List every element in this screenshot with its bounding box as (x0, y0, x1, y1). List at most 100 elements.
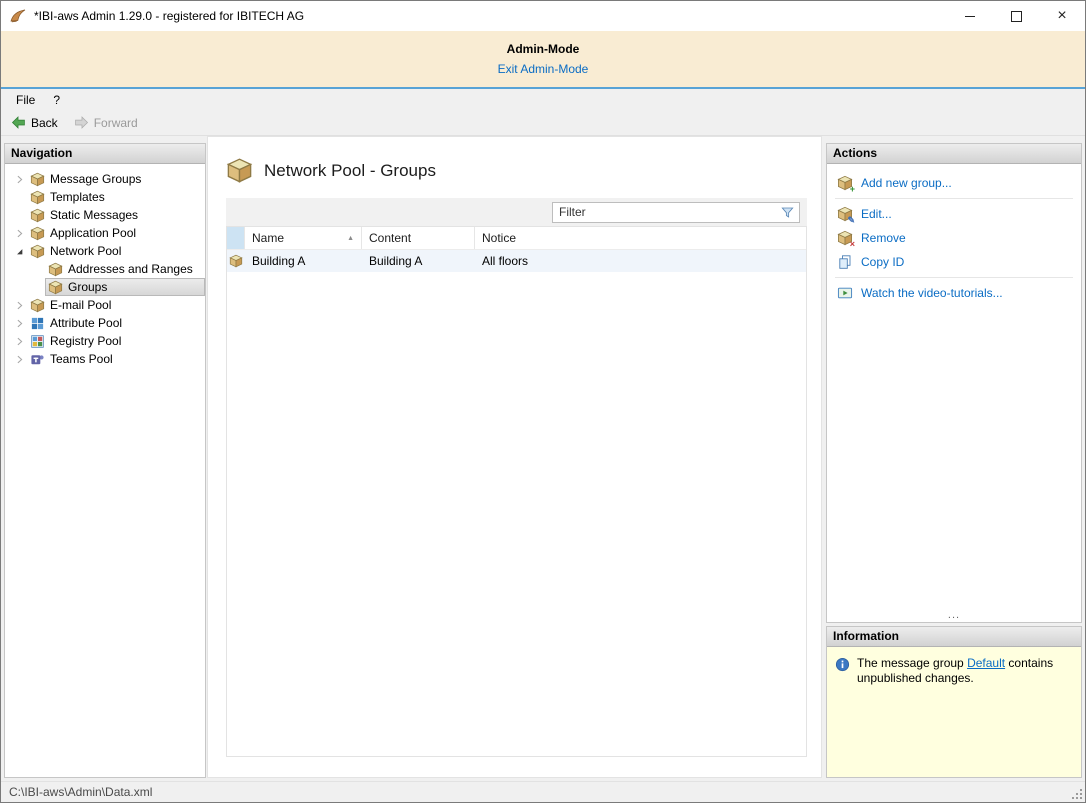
expander-none (29, 279, 45, 295)
page-title-row: Network Pool - Groups (226, 157, 436, 184)
pool-box-icon (30, 172, 45, 187)
close-icon: × (1057, 7, 1067, 24)
window-title: *IBI-aws Admin 1.29.0 - registered for I… (34, 9, 305, 23)
row-group-icon (227, 254, 245, 268)
filter-strip (226, 198, 807, 226)
registry-pool-icon (30, 334, 45, 349)
sidebar-item-groups[interactable]: Groups (5, 278, 205, 296)
close-button[interactable]: × (1039, 1, 1085, 31)
edit-icon: ✎ (837, 206, 855, 225)
menu-help[interactable]: ? (44, 91, 69, 109)
remove-action[interactable]: × Remove (827, 226, 1081, 250)
expander-collapsed-icon[interactable] (11, 225, 27, 241)
titlebar: *IBI-aws Admin 1.29.0 - registered for I… (1, 1, 1085, 31)
app-icon (9, 7, 27, 25)
edit-action[interactable]: ✎ Edit... (827, 202, 1081, 226)
video-icon (837, 285, 853, 301)
information-header: Information (827, 627, 1081, 647)
pool-box-icon (30, 190, 45, 205)
minimize-button[interactable] (947, 1, 993, 31)
forward-button[interactable]: Forward (74, 115, 138, 130)
pool-box-icon (30, 226, 45, 241)
cell-content: Building A (369, 254, 423, 268)
pool-box-icon (30, 244, 45, 259)
copy-id-action[interactable]: Copy ID (827, 250, 1081, 274)
sidebar-item-network-pool[interactable]: Network Pool (5, 242, 205, 260)
expander-collapsed-icon[interactable] (11, 297, 27, 313)
actions-overflow-indicator: ... (947, 609, 961, 621)
expander-none (29, 261, 45, 277)
watch-video-tutorials-action[interactable]: Watch the video-tutorials... (827, 281, 1081, 305)
add-group-icon: + (837, 175, 855, 194)
add-new-group-action[interactable]: + Add new group... (827, 171, 1081, 195)
pool-box-icon (48, 262, 63, 277)
sidebar-item-registry-pool[interactable]: Registry Pool (5, 332, 205, 350)
teams-pool-icon (30, 352, 45, 367)
maximize-button[interactable] (993, 1, 1039, 31)
actions-header: Actions (827, 144, 1081, 164)
expander-none (11, 207, 27, 223)
forward-label: Forward (93, 115, 138, 130)
copy-icon (837, 254, 853, 270)
pool-box-icon (48, 280, 63, 295)
expander-collapsed-icon[interactable] (11, 351, 27, 367)
window-controls: × (947, 1, 1085, 31)
table-row[interactable]: Building A Building A All floors (227, 250, 806, 272)
admin-mode-banner: Admin-Mode Exit Admin-Mode (1, 31, 1085, 89)
groups-table: Name ▲ Content Notice Building A Buildin… (226, 226, 807, 757)
actions-body: + Add new group... ✎ Edit... × Remove Co… (827, 164, 1081, 622)
back-label: Back (31, 115, 58, 130)
table-header: Name ▲ Content Notice (227, 227, 806, 250)
expander-expanded-icon[interactable] (11, 243, 27, 259)
info-icon (835, 657, 850, 672)
maximize-icon (1010, 10, 1022, 22)
attribute-pool-icon (30, 316, 45, 331)
expander-collapsed-icon[interactable] (11, 315, 27, 331)
filter-input[interactable] (553, 205, 780, 219)
column-header-icon[interactable] (227, 227, 245, 249)
actions-panel: Actions + Add new group... ✎ Edit... × R… (826, 143, 1082, 623)
sidebar-item-application-pool[interactable]: Application Pool (5, 224, 205, 242)
statusbar: C:\IBI-aws\Admin\Data.xml (1, 781, 1085, 802)
sidebar-item-templates[interactable]: Templates (5, 188, 205, 206)
toolbar: Back Forward (1, 110, 1085, 136)
column-header-name[interactable]: Name ▲ (245, 227, 362, 249)
back-button[interactable]: Back (11, 115, 58, 130)
sidebar-item-attribute-pool[interactable]: Attribute Pool (5, 314, 205, 332)
navigation-tree: Message Groups Templates Static Messages… (5, 164, 205, 777)
pool-box-icon (30, 298, 45, 313)
sidebar-item-email-pool[interactable]: E-mail Pool (5, 296, 205, 314)
remove-icon: × (837, 230, 855, 249)
pool-box-icon (30, 208, 45, 223)
content-area: Navigation Message Groups Templates Stat… (1, 136, 1085, 781)
resize-grip[interactable] (1071, 788, 1084, 801)
information-panel: Information The message group Default co… (826, 626, 1082, 778)
exit-admin-mode-link[interactable]: Exit Admin-Mode (498, 62, 589, 76)
filter-icon[interactable] (780, 205, 795, 220)
sidebar-item-teams-pool[interactable]: Teams Pool (5, 350, 205, 368)
information-body: The message group Default contains unpub… (827, 647, 1081, 777)
cell-notice: All floors (482, 254, 529, 268)
statusbar-path: C:\IBI-aws\Admin\Data.xml (9, 785, 153, 799)
sidebar-item-message-groups[interactable]: Message Groups (5, 170, 205, 188)
menubar: File ? (1, 89, 1085, 110)
actions-separator (835, 277, 1073, 278)
page-title: Network Pool - Groups (264, 160, 436, 180)
sort-ascending-icon: ▲ (347, 234, 354, 242)
menu-file[interactable]: File (7, 91, 44, 109)
navigation-panel: Navigation Message Groups Templates Stat… (4, 143, 206, 778)
sidebar-item-addresses-and-ranges[interactable]: Addresses and Ranges (5, 260, 205, 278)
back-icon (11, 115, 26, 130)
column-header-content[interactable]: Content (362, 227, 475, 249)
sidebar-item-static-messages[interactable]: Static Messages (5, 206, 205, 224)
filter-box (552, 201, 800, 223)
expander-collapsed-icon[interactable] (11, 333, 27, 349)
actions-separator (835, 198, 1073, 199)
admin-mode-title: Admin-Mode (506, 42, 580, 56)
column-header-notice[interactable]: Notice (475, 227, 806, 249)
default-message-group-link[interactable]: Default (967, 656, 1005, 670)
app-window: *IBI-aws Admin 1.29.0 - registered for I… (0, 0, 1086, 803)
minimize-icon (965, 15, 975, 17)
network-pool-groups-icon (226, 157, 253, 184)
expander-collapsed-icon[interactable] (11, 171, 27, 187)
